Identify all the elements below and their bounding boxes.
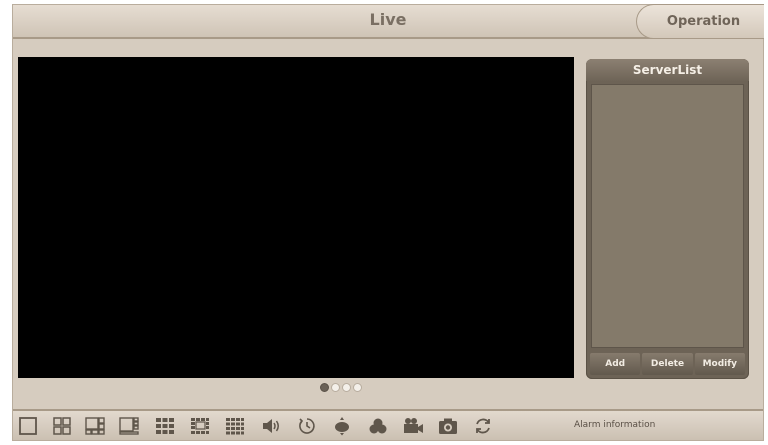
single-view-icon[interactable] [17,416,39,436]
four-split-icon[interactable] [51,416,73,436]
history-icon[interactable] [296,416,318,436]
page-dot-4[interactable] [353,383,362,392]
page-indicator [320,383,362,393]
volume-icon[interactable] [260,416,282,436]
alarm-information-label[interactable]: Alarm information [574,420,655,430]
server-list-title: ServerList [586,59,749,81]
snapshot-icon[interactable] [437,416,459,436]
header-bar: Live Operation [13,4,764,39]
modify-server-button[interactable]: Modify [694,353,745,375]
page-dot-3[interactable] [342,383,351,392]
video-viewport[interactable] [18,57,574,378]
ptz-icon[interactable] [331,416,353,436]
server-list[interactable] [591,84,744,348]
record-icon[interactable] [402,416,424,436]
delete-server-button[interactable]: Delete [642,353,693,375]
add-server-button[interactable]: Add [590,353,641,375]
thirteen-split-icon[interactable] [189,416,211,436]
server-actions: Add Delete Modify [590,353,745,375]
server-list-panel: ServerList Add Delete Modify [586,59,749,379]
eight-split-icon[interactable] [118,416,140,436]
color-adjust-icon[interactable] [367,416,389,436]
page-dot-2[interactable] [331,383,340,392]
sixteen-split-icon[interactable] [224,416,246,436]
nine-split-icon[interactable] [154,416,176,436]
six-split-icon[interactable] [84,416,106,436]
app-window: Live Operation ServerList Add Delete Mod… [12,4,764,441]
page-dot-1[interactable] [320,383,329,392]
operation-button[interactable]: Operation [636,4,764,39]
refresh-icon[interactable] [472,416,494,436]
bottom-toolbar: Alarm information [13,409,763,440]
